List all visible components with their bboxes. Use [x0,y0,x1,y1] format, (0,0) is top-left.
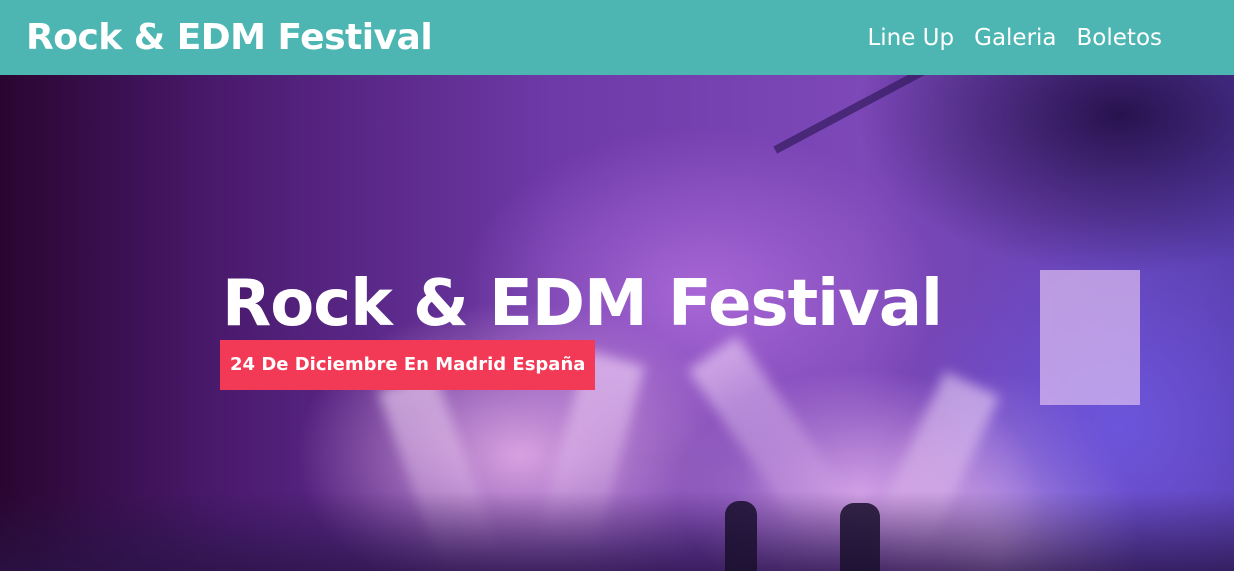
nav-link-galeria[interactable]: Galeria [974,25,1056,51]
nav-link-boletos[interactable]: Boletos [1077,25,1162,51]
stage-screen [1040,270,1140,405]
nav-link-line-up[interactable]: Line Up [867,25,954,51]
crowd-silhouette [0,491,1234,571]
site-header: Rock & EDM Festival Line Up Galeria Bole… [0,0,1234,75]
hero-banner: Rock & EDM Festival 24 De Diciembre En M… [0,75,1234,571]
hero-title: Rock & EDM Festival [222,267,943,341]
performer-silhouette [840,503,880,571]
brand-logo-link[interactable]: Rock & EDM Festival [26,17,433,58]
stage-lighting-rig [854,75,1234,275]
main-nav: Line Up Galeria Boletos [867,25,1162,51]
event-date-badge: 24 De Diciembre En Madrid España [220,340,596,390]
performer-silhouette [725,501,757,571]
